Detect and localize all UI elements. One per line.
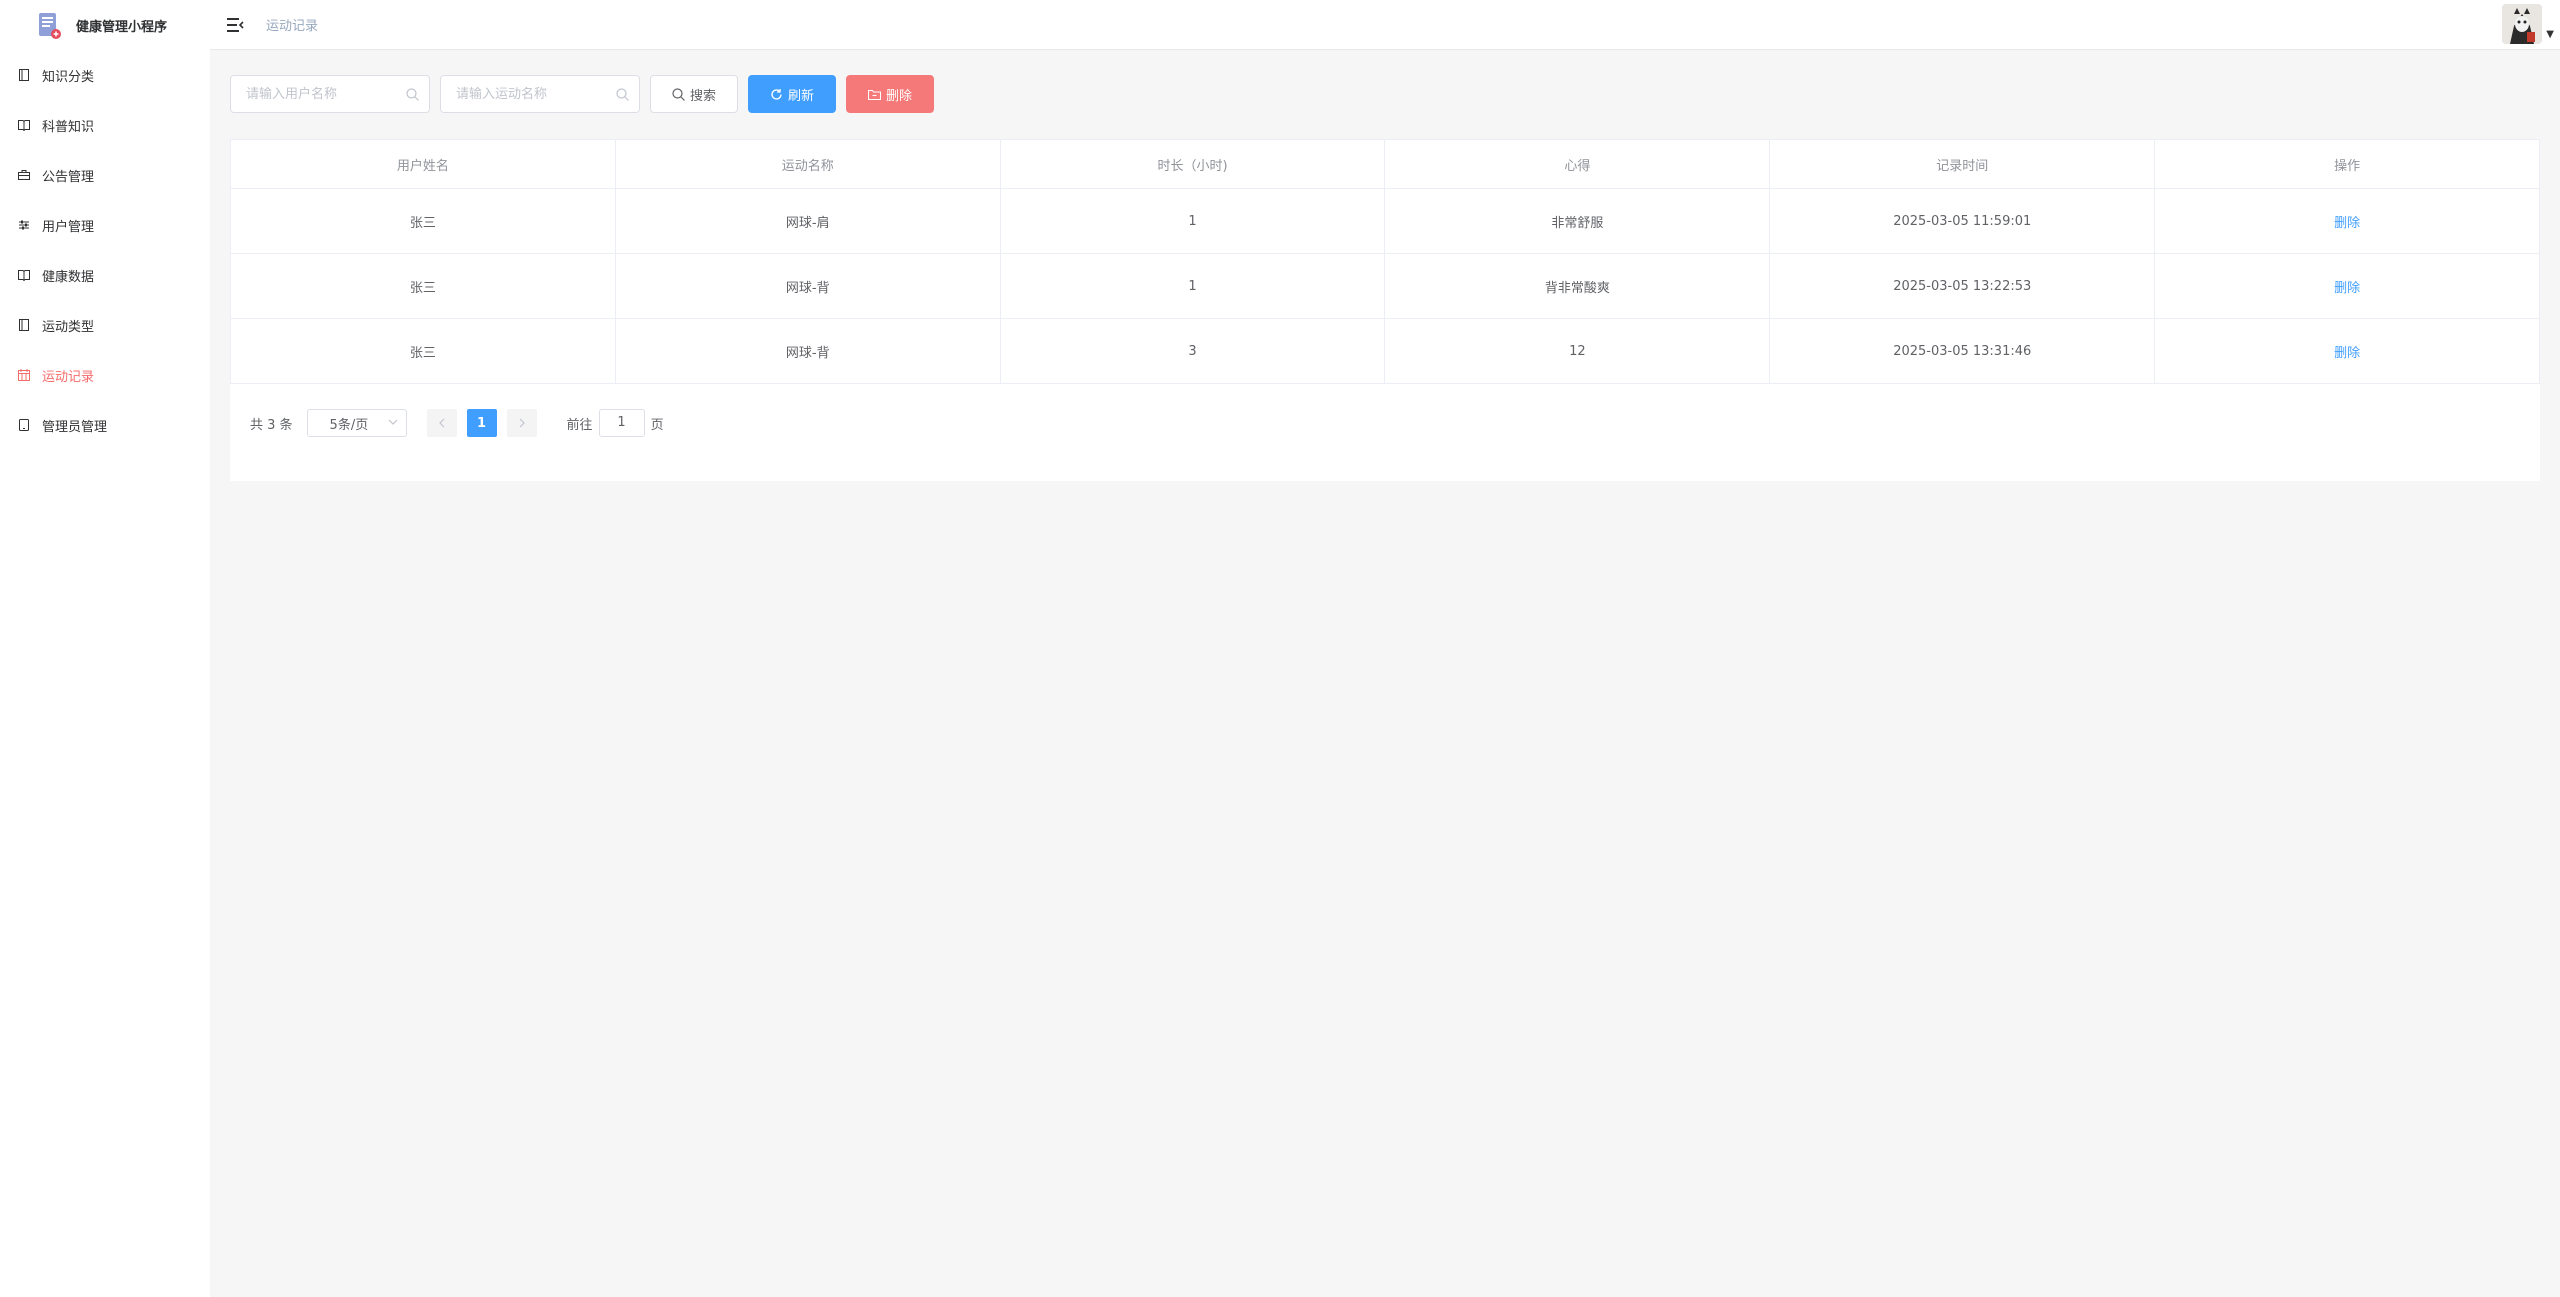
- sidebar-item-users[interactable]: 用户管理: [0, 200, 210, 250]
- app-logo-icon: [39, 13, 61, 39]
- cell-action: 删除: [2154, 318, 2540, 384]
- sidebar-item-label: 公告管理: [42, 169, 95, 185]
- sidebar-item-label: 管理员管理: [42, 419, 108, 435]
- exercise-name-search-input[interactable]: [441, 76, 639, 112]
- sidebar-item-health-data[interactable]: 健康数据: [0, 250, 210, 300]
- book-icon: [18, 120, 30, 131]
- sidebar-item-announcements[interactable]: 公告管理: [0, 150, 210, 200]
- sidebar-menu: 知识分类 科普知识 公告管理 用户管理 健康数据 运动类型 运动记录 管理员管理: [0, 50, 210, 450]
- notebook-icon: [19, 69, 29, 81]
- briefcase-icon: [18, 170, 30, 180]
- chevron-left-icon: [438, 418, 444, 428]
- tablet-icon: [19, 419, 29, 431]
- cell-time: 2025-03-05 13:22:53: [1769, 253, 2156, 319]
- logo-area: 健康管理小程序: [0, 0, 210, 50]
- exercise-records-table: 用户姓名 运动名称 时长（小时) 心得 记录时间 操作 张三 网球-肩 1 非常…: [230, 139, 2540, 384]
- app-title: 健康管理小程序: [76, 19, 168, 35]
- prev-page-button[interactable]: [426, 409, 457, 437]
- pagination: 共 3 条 5条/页 1 前往 1 页: [250, 409, 664, 437]
- cell-note: 背非常酸爽: [1384, 253, 1771, 319]
- row-delete-link[interactable]: 删除: [2334, 281, 2360, 296]
- column-header-action: 操作: [2154, 139, 2540, 189]
- sidebar-item-science-knowledge[interactable]: 科普知识: [0, 100, 210, 150]
- search-button[interactable]: 搜索: [650, 75, 738, 113]
- sidebar-item-label: 用户管理: [42, 219, 95, 235]
- search-toolbar: 搜索 刷新 删除: [230, 75, 944, 113]
- page-size-value: 5条/页: [329, 417, 369, 433]
- folder-delete-icon: [867, 89, 881, 100]
- batch-delete-button[interactable]: 删除: [846, 75, 934, 113]
- cell-action: 删除: [2154, 253, 2540, 319]
- cell-duration: 1: [999, 188, 1386, 254]
- chevron-right-icon: [519, 418, 525, 428]
- column-header-note: 心得: [1384, 139, 1771, 189]
- goto-page: 前往 1 页: [567, 409, 664, 437]
- sidebar-item-label: 健康数据: [42, 269, 95, 285]
- batch-delete-button-label: 删除: [885, 88, 912, 104]
- sidebar-item-label: 运动记录: [42, 369, 95, 385]
- notebook-icon: [19, 319, 29, 331]
- sidebar-item-label: 科普知识: [42, 119, 95, 135]
- breadcrumb: 运动记录: [266, 19, 319, 34]
- search-icon: [672, 87, 685, 101]
- cell-exercise: 网球-背: [614, 253, 1001, 319]
- column-header-time: 记录时间: [1769, 139, 2156, 189]
- sidebar-item-admins[interactable]: 管理员管理: [0, 400, 210, 450]
- goto-page-input[interactable]: 1: [598, 409, 645, 437]
- user-name-search-field: [230, 75, 430, 113]
- search-button-label: 搜索: [689, 88, 716, 104]
- records-card: 用户姓名 运动名称 时长（小时) 心得 记录时间 操作 张三 网球-肩 1 非常…: [230, 139, 2540, 481]
- cell-exercise: 网球-背: [614, 318, 1001, 384]
- cell-action: 删除: [2154, 188, 2540, 254]
- column-header-exercise: 运动名称: [614, 139, 1001, 189]
- row-delete-link[interactable]: 删除: [2334, 216, 2360, 231]
- sidebar-item-exercise-types[interactable]: 运动类型: [0, 300, 210, 350]
- refresh-button-label: 刷新: [787, 88, 814, 104]
- cell-exercise: 网球-肩: [614, 188, 1001, 254]
- refresh-button[interactable]: 刷新: [748, 75, 836, 113]
- table-row: 张三 网球-背 1 背非常酸爽 2025-03-05 13:22:53 删除: [230, 253, 2540, 319]
- cell-duration: 3: [999, 318, 1386, 384]
- column-header-user: 用户姓名: [230, 139, 616, 189]
- sidebar-item-knowledge-category[interactable]: 知识分类: [0, 50, 210, 100]
- sidebar-item-label: 运动类型: [42, 319, 95, 335]
- search-icon: [406, 88, 419, 101]
- cell-note: 非常舒服: [1384, 188, 1771, 254]
- user-menu[interactable]: ▼: [2502, 4, 2554, 44]
- cell-time: 2025-03-05 13:31:46: [1769, 318, 2156, 384]
- row-delete-link[interactable]: 删除: [2334, 346, 2360, 361]
- cell-user: 张三: [230, 188, 616, 254]
- page-number-current[interactable]: 1: [466, 409, 497, 437]
- menu-fold-icon[interactable]: [226, 16, 244, 34]
- table-row: 张三 网球-肩 1 非常舒服 2025-03-05 11:59:01 删除: [230, 188, 2540, 254]
- sidebar: 健康管理小程序 知识分类 科普知识 公告管理 用户管理 健康数据 运动类型 运动…: [0, 0, 210, 1297]
- exercise-name-search-field: [440, 75, 640, 113]
- next-page-button[interactable]: [506, 409, 537, 437]
- cell-user: 张三: [230, 253, 616, 319]
- table-header-row: 用户姓名 运动名称 时长（小时) 心得 记录时间 操作: [230, 139, 2540, 189]
- goto-label: 前往: [566, 417, 593, 433]
- calendar-icon: [18, 369, 30, 381]
- sliders-icon: [19, 220, 29, 230]
- user-name-search-input[interactable]: [231, 76, 429, 112]
- page-size-select[interactable]: 5条/页: [306, 409, 407, 437]
- cell-note: 12: [1384, 318, 1771, 384]
- book-icon: [18, 270, 30, 281]
- sidebar-item-label: 知识分类: [42, 69, 95, 85]
- avatar[interactable]: [2502, 4, 2543, 44]
- pagination-total: 共 3 条: [250, 417, 293, 433]
- table-row: 张三 网球-背 3 12 2025-03-05 13:31:46 删除: [230, 318, 2540, 384]
- search-icon: [616, 88, 629, 101]
- main-content: 搜索 刷新 删除 用户姓名 运动名称 时长（小时) 心得 记录时间 操作: [210, 51, 2560, 1297]
- cell-duration: 1: [999, 253, 1386, 319]
- cell-time: 2025-03-05 11:59:01: [1769, 188, 2156, 254]
- chevron-down-icon[interactable]: ▼: [2546, 29, 2554, 40]
- top-header: 运动记录 ▼: [210, 0, 2560, 50]
- sidebar-item-exercise-records[interactable]: 运动记录: [0, 350, 210, 400]
- goto-suffix: 页: [650, 417, 664, 433]
- chevron-down-icon: [388, 419, 397, 425]
- column-header-duration: 时长（小时): [999, 139, 1386, 189]
- refresh-icon: [771, 88, 782, 100]
- cell-user: 张三: [230, 318, 616, 384]
